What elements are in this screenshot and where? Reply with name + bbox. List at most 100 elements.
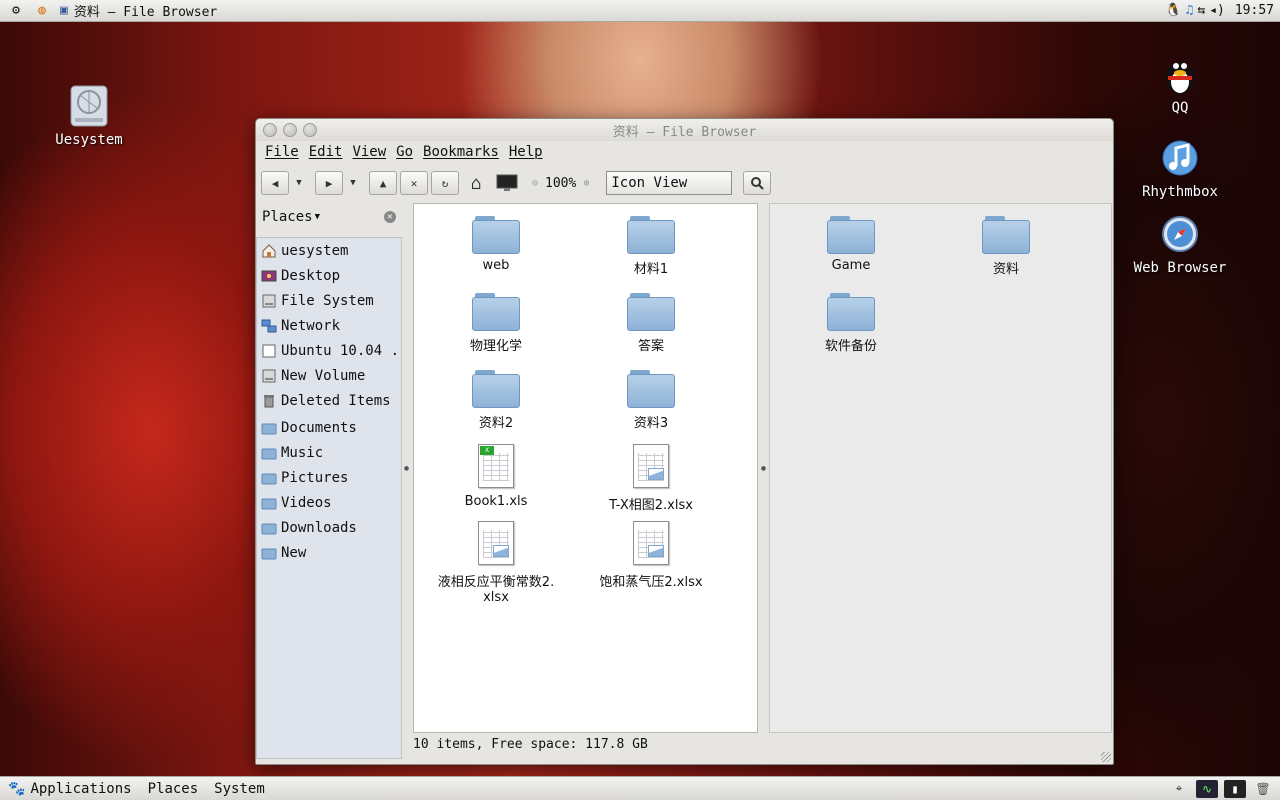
file-item-spreadsheet[interactable]: T-X相图2.xlsx — [576, 444, 726, 513]
status-bar: 10 items, Free space: 117.8 GB — [413, 737, 648, 752]
hard-drive-icon — [67, 84, 111, 128]
menu-view[interactable]: View — [347, 144, 391, 160]
taskbar-window-button[interactable]: ▣ 资料 — File Browser — [60, 1, 217, 20]
folder-icon — [982, 216, 1030, 254]
menu-bookmarks[interactable]: Bookmarks — [418, 144, 504, 160]
search-button[interactable] — [743, 171, 772, 195]
desktop-icon-web-browser[interactable]: Web Browser — [1125, 212, 1235, 276]
left-file-pane[interactable]: web 材料1 物理化学 答案 资料2 资料3 X Book1.xls T-X相 — [413, 203, 758, 733]
sidebar-item-new-volume[interactable]: New Volume — [257, 363, 401, 388]
menubar: File Edit View Go Bookmarks Help — [256, 141, 1113, 163]
up-button[interactable]: ▲ — [369, 171, 397, 195]
zoom-in-icon[interactable]: ⊕ — [583, 178, 589, 189]
clock[interactable]: 19:57 — [1235, 3, 1274, 18]
file-browser-window: 资料 — File Browser File Edit View Go Book… — [255, 118, 1114, 765]
file-item-spreadsheet[interactable]: X Book1.xls — [421, 444, 571, 509]
crosshair-icon[interactable]: ⌖ — [1168, 780, 1190, 798]
computer-button[interactable] — [493, 171, 521, 195]
system-monitor-icon[interactable]: ∿ — [1196, 779, 1218, 798]
file-item-folder[interactable]: web — [421, 216, 571, 273]
desktop-icon — [261, 270, 277, 281]
window-title: 资料 — File Browser — [612, 124, 757, 140]
dropdown-arrow-icon[interactable]: ▼ — [315, 212, 320, 222]
folder-icon — [261, 498, 277, 509]
desktop-icon-rhythmbox[interactable]: Rhythmbox — [1125, 136, 1235, 200]
sidebar-item-videos[interactable]: Videos — [257, 490, 401, 515]
desktop-icon-label: QQ — [1171, 100, 1189, 116]
menu-edit[interactable]: Edit — [304, 144, 348, 160]
view-mode-select[interactable]: Icon View — [606, 171, 733, 195]
sidebar-item-downloads[interactable]: Downloads — [257, 515, 401, 540]
window-titlebar[interactable]: 资料 — File Browser — [256, 119, 1113, 141]
folder-icon — [472, 370, 520, 408]
zoom-level[interactable]: 100% — [545, 176, 576, 191]
drive-icon — [262, 369, 276, 382]
stop-button[interactable]: ✕ — [400, 171, 428, 195]
foot-logo-icon: 🐾 — [8, 780, 26, 797]
forward-button[interactable]: ▶ — [315, 171, 343, 195]
toolbar: ◀ ▼ ▶ ▼ ▲ ✕ ↻ ⌂ ⊖ 100% ⊕ Icon View — [256, 163, 1113, 203]
sidebar-item-desktop[interactable]: Desktop — [257, 263, 401, 288]
pane-resize-handle[interactable]: ● — [402, 203, 411, 733]
file-item-folder[interactable]: 材料1 — [576, 216, 726, 277]
sidebar-item-uesystem[interactable]: uesystem — [257, 238, 401, 263]
system-menu[interactable]: System — [206, 781, 273, 797]
menu-help[interactable]: Help — [504, 144, 548, 160]
file-item-spreadsheet[interactable]: 饱和蒸气压2.xlsx — [576, 521, 726, 590]
applications-menu[interactable]: 🐾 Applications — [0, 781, 140, 797]
main-menu-icon[interactable]: ⚙ — [6, 2, 26, 20]
trash-icon[interactable]: 🗑 — [1252, 780, 1274, 798]
forward-history-dropdown[interactable]: ▼ — [346, 171, 360, 195]
file-item-folder[interactable]: 资料2 — [421, 370, 571, 431]
spreadsheet-chart-icon — [633, 521, 669, 565]
folder-icon — [827, 216, 875, 254]
folder-icon — [827, 293, 875, 331]
menu-go[interactable]: Go — [391, 144, 418, 160]
sidebar-item-network[interactable]: Network — [257, 313, 401, 338]
file-item-folder[interactable]: 软件备份 — [776, 293, 926, 354]
desktop-icon-uesystem[interactable]: Uesystem — [34, 84, 144, 148]
sidebar-item-ubuntu-disc[interactable]: Ubuntu 10.04 ... — [257, 338, 401, 363]
bottom-panel: 🐾 Applications Places System ⌖ ∿ ▮ 🗑 — [0, 776, 1280, 800]
desktop-icon-label: Rhythmbox — [1142, 184, 1218, 200]
home-button[interactable]: ⌂ — [462, 171, 490, 195]
network-icon — [261, 319, 277, 332]
file-item-folder[interactable]: 资料3 — [576, 370, 726, 431]
music-tray-icon[interactable]: ♫ — [1186, 3, 1194, 18]
desktop-icon-qq[interactable]: QQ — [1125, 52, 1235, 116]
network-tray-icon[interactable]: ⇆ — [1197, 3, 1205, 18]
sidebar-item-new[interactable]: New — [257, 540, 401, 565]
file-item-folder[interactable]: 资料 — [931, 216, 1081, 277]
pane-split-handle[interactable]: ● — [759, 203, 768, 733]
sidebar-item-documents[interactable]: Documents — [257, 415, 401, 440]
rhythmbox-icon — [1158, 136, 1202, 180]
places-dropdown[interactable]: Places — [262, 209, 313, 225]
monitor-icon — [496, 174, 518, 191]
sidebar-item-deleted-items[interactable]: Deleted Items — [257, 388, 401, 413]
places-menu[interactable]: Places — [140, 781, 207, 797]
sidebar-item-music[interactable]: Music — [257, 440, 401, 465]
right-file-pane[interactable]: Game 资料 软件备份 — [769, 203, 1112, 733]
file-item-folder[interactable]: 物理化学 — [421, 293, 571, 354]
web-browser-launcher-icon[interactable]: ◍ — [32, 2, 52, 20]
menu-file[interactable]: File — [260, 144, 304, 160]
sidebar-item-pictures[interactable]: Pictures — [257, 465, 401, 490]
sidebar-header: Places ▼ ✕ — [256, 203, 402, 231]
back-button[interactable]: ◀ — [261, 171, 289, 195]
resize-grip[interactable] — [1101, 752, 1111, 762]
qq-tray-icon[interactable]: 🐧 — [1165, 3, 1181, 18]
compass-icon — [1158, 212, 1202, 256]
file-item-folder[interactable]: Game — [776, 216, 926, 273]
back-history-dropdown[interactable]: ▼ — [292, 171, 306, 195]
places-list: uesystem Desktop File System Network Ubu… — [256, 237, 402, 759]
sidebar-item-file-system[interactable]: File System — [257, 288, 401, 313]
qq-penguin-icon — [1158, 52, 1202, 96]
volume-tray-icon[interactable]: ◂) — [1209, 3, 1225, 18]
zoom-out-icon[interactable]: ⊖ — [532, 178, 538, 189]
file-browser-icon: ▣ — [60, 3, 68, 18]
terminal-icon[interactable]: ▮ — [1224, 779, 1246, 798]
file-item-spreadsheet[interactable]: 液相反应平衡常数2. xlsx — [421, 521, 571, 605]
close-sidebar-button[interactable]: ✕ — [384, 211, 396, 223]
reload-button[interactable]: ↻ — [431, 171, 459, 195]
file-item-folder[interactable]: 答案 — [576, 293, 726, 354]
